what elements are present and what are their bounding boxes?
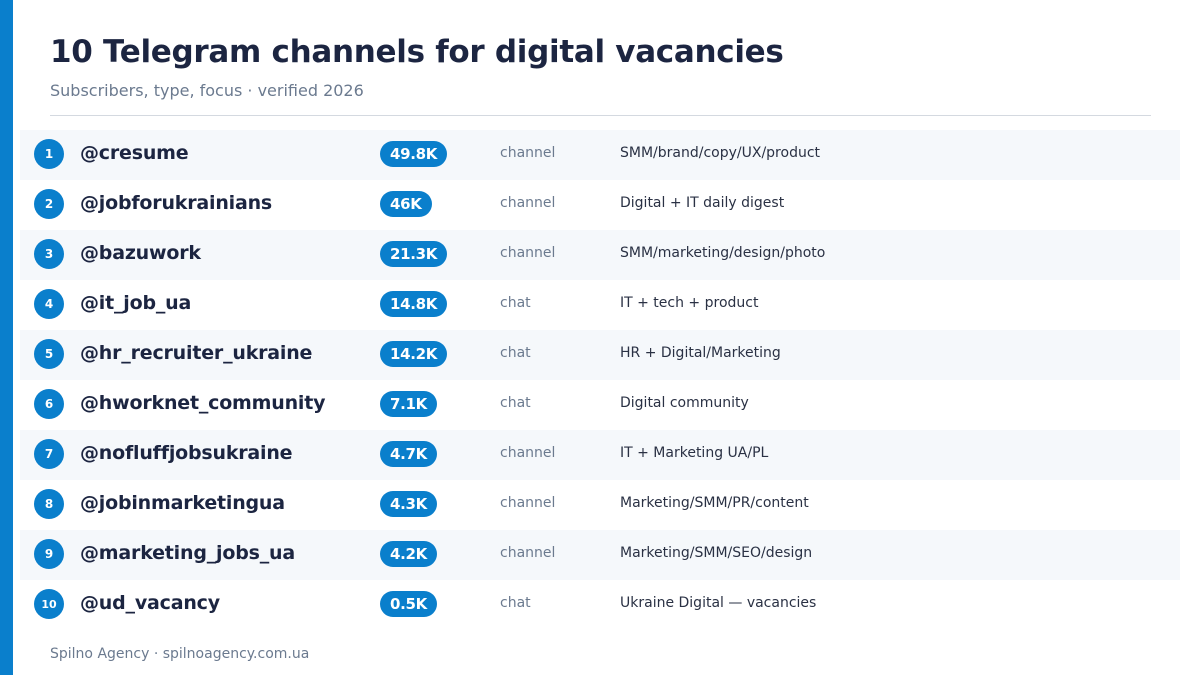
footer-credit: Spilno Agency · spilnoagency.com.ua xyxy=(50,646,310,662)
channel-row: 6 @hworknet_community 7.1K chat Digital … xyxy=(20,380,1180,430)
page-title: 10 Telegram channels for digital vacanci… xyxy=(50,34,784,70)
subscriber-count-badge: 4.2K xyxy=(380,541,437,567)
channel-row: 3 @bazuwork 21.3K channel SMM/marketing/… xyxy=(20,230,1180,280)
channel-row: 9 @marketing_jobs_ua 4.2K channel Market… xyxy=(20,530,1180,580)
channel-row: 2 @jobforukrainians 46K channel Digital … xyxy=(20,180,1180,230)
channel-type: channel xyxy=(500,495,556,511)
channel-handle: @nofluffjobsukraine xyxy=(80,442,293,464)
channel-handle: @it_job_ua xyxy=(80,292,192,314)
rank-badge: 7 xyxy=(34,439,64,469)
channel-focus: Marketing/SMM/PR/content xyxy=(620,495,809,511)
channel-handle: @jobforukrainians xyxy=(80,192,273,214)
rank-badge: 5 xyxy=(34,339,64,369)
channel-focus: Marketing/SMM/SEO/design xyxy=(620,545,813,561)
channel-handle: @cresume xyxy=(80,142,189,164)
channel-row: 7 @nofluffjobsukraine 4.7K channel IT + … xyxy=(20,430,1180,480)
channel-row: 4 @it_job_ua 14.8K chat IT + tech + prod… xyxy=(20,280,1180,330)
channel-type: chat xyxy=(500,395,531,411)
subscriber-count-badge: 21.3K xyxy=(380,241,448,267)
rank-badge: 9 xyxy=(34,539,64,569)
rank-badge: 10 xyxy=(34,589,64,619)
channel-focus: IT + Marketing UA/PL xyxy=(620,445,769,461)
channel-type: channel xyxy=(500,195,556,211)
channel-row: 8 @jobinmarketingua 4.3K channel Marketi… xyxy=(20,480,1180,530)
channel-focus: IT + tech + product xyxy=(620,295,759,311)
rank-badge: 3 xyxy=(34,239,64,269)
channel-type: channel xyxy=(500,545,556,561)
channel-focus: Ukraine Digital — vacancies xyxy=(620,595,817,611)
channel-handle: @marketing_jobs_ua xyxy=(80,542,295,564)
rank-badge: 6 xyxy=(34,389,64,419)
channel-focus: Digital community xyxy=(620,395,749,411)
channel-type: channel xyxy=(500,245,556,261)
subscriber-count-badge: 7.1K xyxy=(380,391,437,417)
subscriber-count-badge: 14.2K xyxy=(380,341,448,367)
rank-badge: 8 xyxy=(34,489,64,519)
subscriber-count-badge: 49.8K xyxy=(380,141,448,167)
channel-type: chat xyxy=(500,595,531,611)
subscriber-count-badge: 0.5K xyxy=(380,591,437,617)
page-subtitle: Subscribers, type, focus · verified 2026 xyxy=(50,81,364,100)
channel-type: chat xyxy=(500,295,531,311)
channel-handle: @jobinmarketingua xyxy=(80,492,285,514)
rank-badge: 1 xyxy=(34,139,64,169)
channel-row: 10 @ud_vacancy 0.5K chat Ukraine Digital… xyxy=(20,580,1180,630)
channel-handle: @bazuwork xyxy=(80,242,201,264)
channel-list: 1 @cresume 49.8K channel SMM/brand/copy/… xyxy=(20,130,1180,630)
channel-row: 5 @hr_recruiter_ukraine 14.2K chat HR + … xyxy=(20,330,1180,380)
subscriber-count-badge: 4.7K xyxy=(380,441,437,467)
accent-bar xyxy=(0,0,13,675)
channel-handle: @ud_vacancy xyxy=(80,592,220,614)
channel-row: 1 @cresume 49.8K channel SMM/brand/copy/… xyxy=(20,130,1180,180)
rank-badge: 4 xyxy=(34,289,64,319)
channel-focus: Digital + IT daily digest xyxy=(620,195,785,211)
channel-type: channel xyxy=(500,145,556,161)
header-divider xyxy=(50,115,1151,116)
subscriber-count-badge: 14.8K xyxy=(380,291,448,317)
channel-type: channel xyxy=(500,445,556,461)
channel-type: chat xyxy=(500,345,531,361)
channel-handle: @hworknet_community xyxy=(80,392,326,414)
channel-handle: @hr_recruiter_ukraine xyxy=(80,342,313,364)
channel-focus: SMM/marketing/design/photo xyxy=(620,245,826,261)
channel-focus: SMM/brand/copy/UX/product xyxy=(620,145,821,161)
channel-focus: HR + Digital/Marketing xyxy=(620,345,781,361)
subscriber-count-badge: 46K xyxy=(380,191,432,217)
rank-badge: 2 xyxy=(34,189,64,219)
subscriber-count-badge: 4.3K xyxy=(380,491,437,517)
